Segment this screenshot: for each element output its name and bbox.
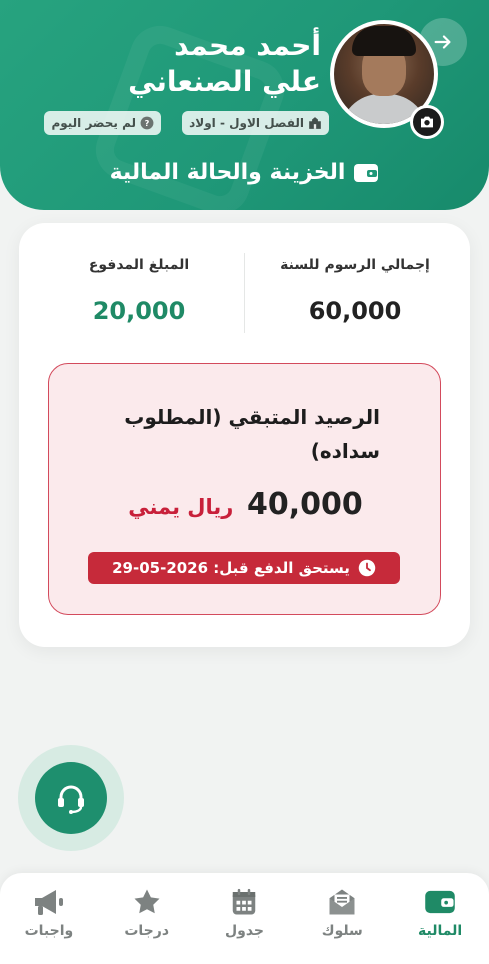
class-badge: الفصل الاول - اولاد: [182, 111, 329, 135]
nav-label-schedule: جدول: [224, 923, 264, 939]
remaining-balance-box: الرصيد المتبقي (المطلوب سداده) 40,000 ري…: [48, 363, 441, 615]
clock-icon: [358, 559, 376, 577]
camera-icon: [421, 116, 433, 128]
headset-icon: [58, 785, 84, 814]
wallet-icon: [425, 890, 455, 914]
class-label: الفصل الاول - اولاد: [189, 116, 304, 130]
support-button[interactable]: [35, 762, 107, 834]
student-name: أحمد محمد علي الصنعاني: [128, 29, 321, 98]
envelope-icon: [329, 889, 355, 915]
total-fees-label: إجمالي الرسوم للسنة: [280, 257, 430, 273]
calendar-icon: [233, 888, 256, 915]
attendance-label: لم يحضر اليوم: [51, 116, 136, 130]
due-date-chip: يستحق الدفع قبل: 2026-05-29: [88, 552, 400, 584]
nav-label-grades: درجات: [124, 923, 170, 939]
nav-label-behavior: سلوك: [321, 923, 363, 939]
paid-amount: المبلغ المدفوع 20,000: [39, 257, 239, 325]
bottom-navigation: واجبات درجات جدول سلوك المالية: [0, 873, 489, 964]
nav-item-schedule[interactable]: جدول: [199, 887, 289, 939]
stat-divider: [244, 253, 245, 333]
arrow-right-icon: [434, 35, 451, 49]
support-button-halo: [18, 745, 124, 851]
section-title-text: الخزينة والحالة المالية: [109, 160, 346, 185]
svg-text:?: ?: [145, 118, 150, 128]
megaphone-icon: [34, 890, 63, 915]
question-icon: ?: [140, 116, 154, 130]
balance-amount: 40,000 ريال يمني: [49, 487, 442, 522]
wallet-icon: [354, 163, 379, 182]
finance-card: إجمالي الرسوم للسنة 60,000 المبلغ المدفو…: [19, 223, 470, 647]
total-fees-value: 60,000: [308, 297, 402, 325]
paid-amount-value: 20,000: [92, 297, 186, 325]
nav-item-grades[interactable]: درجات: [102, 887, 192, 939]
school-icon: [309, 117, 321, 129]
due-date-text: يستحق الدفع قبل: 2026-05-29: [112, 559, 350, 577]
attendance-badge: ? لم يحضر اليوم: [44, 111, 161, 135]
star-icon: [134, 889, 160, 914]
total-fees: إجمالي الرسوم للسنة 60,000: [255, 257, 455, 325]
change-photo-button[interactable]: [410, 105, 444, 139]
nav-label-homework: واجبات: [24, 923, 74, 939]
nav-label-finance: المالية: [417, 923, 463, 939]
balance-title: الرصيد المتبقي (المطلوب سداده): [124, 405, 380, 463]
balance-amount-value: 40,000: [246, 487, 363, 522]
section-title: الخزينة والحالة المالية: [0, 160, 489, 185]
nav-item-finance[interactable]: المالية: [395, 887, 485, 939]
profile-header: أحمد محمد علي الصنعاني الفصل الاول - اول…: [0, 0, 489, 210]
balance-currency: ريال يمني: [128, 495, 234, 519]
paid-amount-label: المبلغ المدفوع: [88, 257, 190, 273]
nav-item-homework[interactable]: واجبات: [4, 887, 94, 939]
nav-item-behavior[interactable]: سلوك: [297, 887, 387, 939]
